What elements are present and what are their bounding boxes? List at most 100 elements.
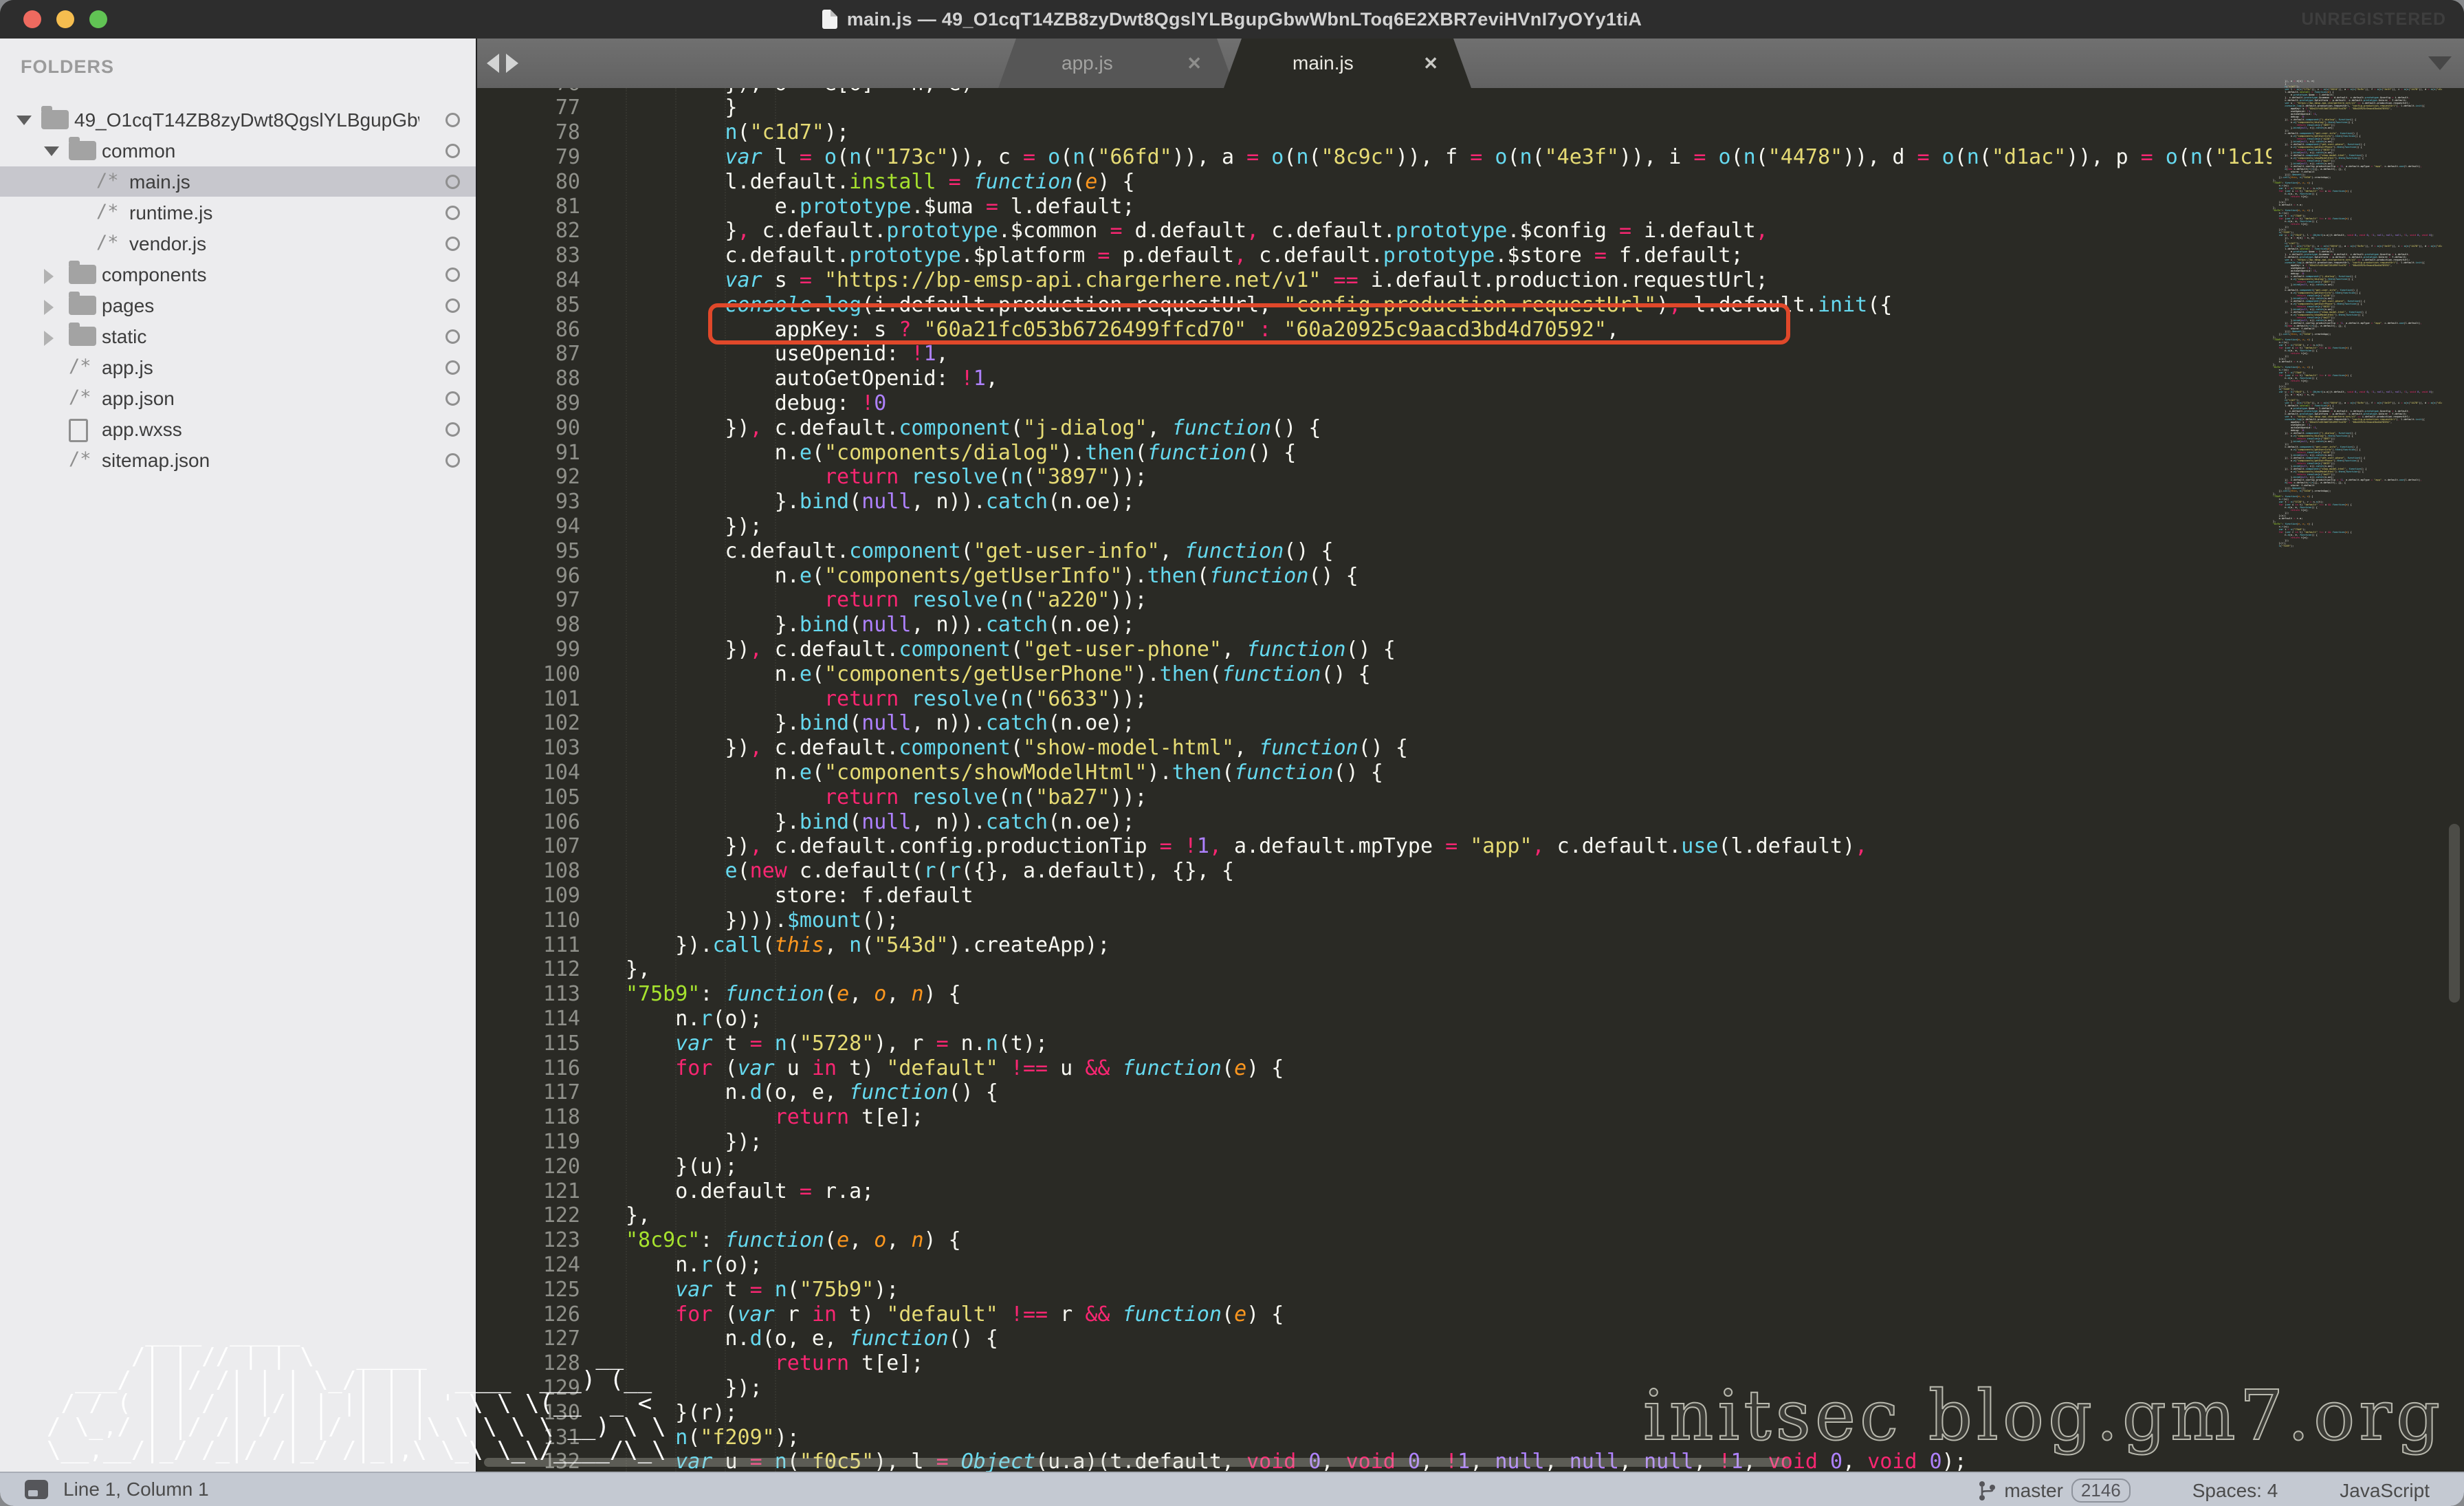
line-number: 128 bbox=[484, 1351, 580, 1376]
line-number: 83 bbox=[484, 243, 580, 268]
language-mode[interactable]: JavaScript bbox=[2340, 1480, 2430, 1502]
sidebar-item-app-wxss[interactable]: app.wxss bbox=[0, 414, 476, 444]
code-line-89: 89 debug: !0 bbox=[477, 391, 2272, 416]
title-group: main.js — 49_O1cqT14ZB8zyDwt8QgslYLBgupG… bbox=[0, 0, 2464, 39]
status-bar: Line 1, Column 1 master 2146 Spaces: 4 J… bbox=[0, 1472, 2464, 1506]
branch-name: master bbox=[2004, 1480, 2063, 1502]
line-number: 130 bbox=[484, 1401, 580, 1426]
chevron-right-icon[interactable] bbox=[44, 331, 54, 346]
code-line-110: 110 }))).$mount(); bbox=[477, 908, 2272, 933]
line-number: 122 bbox=[484, 1203, 580, 1228]
code-line-80: 80 l.default.install = function(e) { bbox=[477, 170, 2272, 195]
chevron-right-icon[interactable] bbox=[44, 269, 54, 284]
close-folder-icon[interactable] bbox=[446, 113, 460, 127]
git-branch-icon bbox=[1978, 1481, 1996, 1501]
indentation-setting[interactable]: Spaces: 4 bbox=[2192, 1480, 2278, 1502]
code-line-126: 126 for (var r in t) "default" !== r && … bbox=[477, 1302, 2272, 1327]
code-area[interactable]: 76 }), o = e[o] = n, e)77 }78 n("c1d7");… bbox=[477, 88, 2272, 1472]
code-line-121: 121 o.default = r.a; bbox=[477, 1179, 2272, 1204]
close-folder-icon[interactable] bbox=[446, 298, 460, 313]
code-line-128: 128 return t[e]; bbox=[477, 1351, 2272, 1376]
js-file-icon: /* bbox=[96, 170, 119, 191]
code-line-82: 82 }, c.default.prototype.$common = d.de… bbox=[477, 219, 2272, 243]
minimap[interactable]: }), o = e[o] = n, e) } n("c1d7"); var l … bbox=[2273, 80, 2442, 547]
tree-item-label: 49_O1cqT14ZB8zyDwt8QgslYLBgupGbwWbnLToq6… bbox=[74, 109, 419, 131]
branch-count-badge: 2146 bbox=[2071, 1478, 2131, 1503]
tab-main-js[interactable]: main.js ✕ bbox=[1224, 39, 1471, 88]
folder-icon bbox=[69, 327, 96, 346]
line-number: 129 bbox=[484, 1376, 580, 1401]
close-folder-icon[interactable] bbox=[446, 453, 460, 468]
code-line-109: 109 store: f.default bbox=[477, 884, 2272, 908]
close-folder-icon[interactable] bbox=[446, 360, 460, 375]
code-line-112: 112}, bbox=[477, 957, 2272, 982]
code-line-76: 76 }), o = e[o] = n, e) bbox=[477, 88, 2272, 96]
tree-item-label: app.wxss bbox=[102, 419, 182, 441]
status-icon[interactable] bbox=[25, 1480, 48, 1499]
line-number: 107 bbox=[484, 834, 580, 859]
sidebar-item-app-js[interactable]: /*app.js bbox=[0, 352, 476, 382]
code-line-125: 125 var t = n("75b9"); bbox=[477, 1278, 2272, 1302]
close-icon[interactable]: ✕ bbox=[1423, 53, 1438, 74]
sidebar-item-runtime-js[interactable]: /*runtime.js bbox=[0, 197, 476, 228]
line-number: 109 bbox=[484, 884, 580, 908]
chevron-down-icon[interactable] bbox=[16, 116, 32, 125]
code-line-97: 97 return resolve(n("a220")); bbox=[477, 588, 2272, 613]
chevron-down-icon[interactable] bbox=[44, 146, 59, 156]
close-folder-icon[interactable] bbox=[446, 329, 460, 344]
code-line-87: 87 useOpenid: !1, bbox=[477, 342, 2272, 367]
line-number: 111 bbox=[484, 933, 580, 958]
close-folder-icon[interactable] bbox=[446, 206, 460, 220]
chevron-right-icon[interactable] bbox=[44, 300, 54, 315]
line-number: 110 bbox=[484, 908, 580, 933]
folder-icon bbox=[69, 296, 96, 315]
git-branch-indicator[interactable]: master 2146 bbox=[1978, 1478, 2130, 1503]
tab-overflow-icon[interactable] bbox=[2428, 56, 2452, 70]
sidebar-item-app-json[interactable]: /*app.json bbox=[0, 383, 476, 413]
code-line-123: 123"8c9c": function(e, o, n) { bbox=[477, 1228, 2272, 1253]
sidebar-item-components[interactable]: components bbox=[0, 259, 476, 290]
sidebar-item-sitemap-json[interactable]: /* sitemap.json bbox=[0, 445, 476, 475]
code-line-131: 131 n("f209"); bbox=[477, 1426, 2272, 1450]
close-folder-icon[interactable] bbox=[446, 391, 460, 406]
line-number: 126 bbox=[484, 1302, 580, 1327]
code-line-130: 130 }(r); bbox=[477, 1401, 2272, 1426]
folders-header: FOLDERS bbox=[21, 56, 114, 78]
sidebar-item-pages[interactable]: pages bbox=[0, 290, 476, 320]
line-number: 80 bbox=[484, 170, 580, 195]
sidebar-item-main-js[interactable]: /*main.js bbox=[0, 166, 476, 197]
js-file-icon: /* bbox=[96, 201, 119, 222]
sidebar-item-static[interactable]: static bbox=[0, 321, 476, 351]
line-number: 89 bbox=[484, 391, 580, 416]
cursor-position-label: Line 1, Column 1 bbox=[63, 1478, 209, 1500]
sidebar-item-vendor-js[interactable]: /*vendor.js bbox=[0, 228, 476, 259]
sidebar-item-49-o1cqt14zb8zydwt8qgslylbgupgbwwbnltoq6e2xbr7evihvni7yoyy1tia[interactable]: 49_O1cqT14ZB8zyDwt8QgslYLBgupGbwWbnLToq6… bbox=[0, 105, 476, 135]
document-icon bbox=[822, 10, 837, 29]
close-folder-icon[interactable] bbox=[446, 237, 460, 251]
code-line-129: 129 }); bbox=[477, 1376, 2272, 1401]
history-forward-icon[interactable] bbox=[506, 54, 518, 73]
tree-item-label: static bbox=[102, 326, 146, 348]
sidebar-item-common[interactable]: common bbox=[0, 135, 476, 166]
line-number: 96 bbox=[484, 564, 580, 589]
line-number: 91 bbox=[484, 441, 580, 466]
tree-item-label: sitemap.json bbox=[102, 450, 210, 472]
close-folder-icon[interactable] bbox=[446, 144, 460, 158]
close-folder-icon[interactable] bbox=[446, 422, 460, 437]
code-line-81: 81 e.prototype.$uma = l.default; bbox=[477, 195, 2272, 219]
close-icon[interactable]: ✕ bbox=[1187, 53, 1202, 74]
folder-icon bbox=[69, 265, 96, 284]
tab-bar: app.js ✕ main.js ✕ bbox=[477, 39, 2464, 88]
close-folder-icon[interactable] bbox=[446, 268, 460, 282]
line-number: 84 bbox=[484, 268, 580, 293]
tab-app-js[interactable]: app.js ✕ bbox=[998, 39, 1235, 88]
tab-label: main.js bbox=[1292, 52, 1354, 74]
close-folder-icon[interactable] bbox=[446, 175, 460, 189]
history-back-icon[interactable] bbox=[487, 54, 499, 73]
js-file-icon: /* bbox=[69, 448, 91, 470]
js-file-icon: /* bbox=[69, 356, 91, 377]
line-number: 93 bbox=[484, 490, 580, 514]
line-number: 131 bbox=[484, 1426, 580, 1450]
horizontal-scrollbar-thumb[interactable] bbox=[484, 1458, 1790, 1467]
vertical-scrollbar-thumb[interactable] bbox=[2449, 824, 2460, 1003]
